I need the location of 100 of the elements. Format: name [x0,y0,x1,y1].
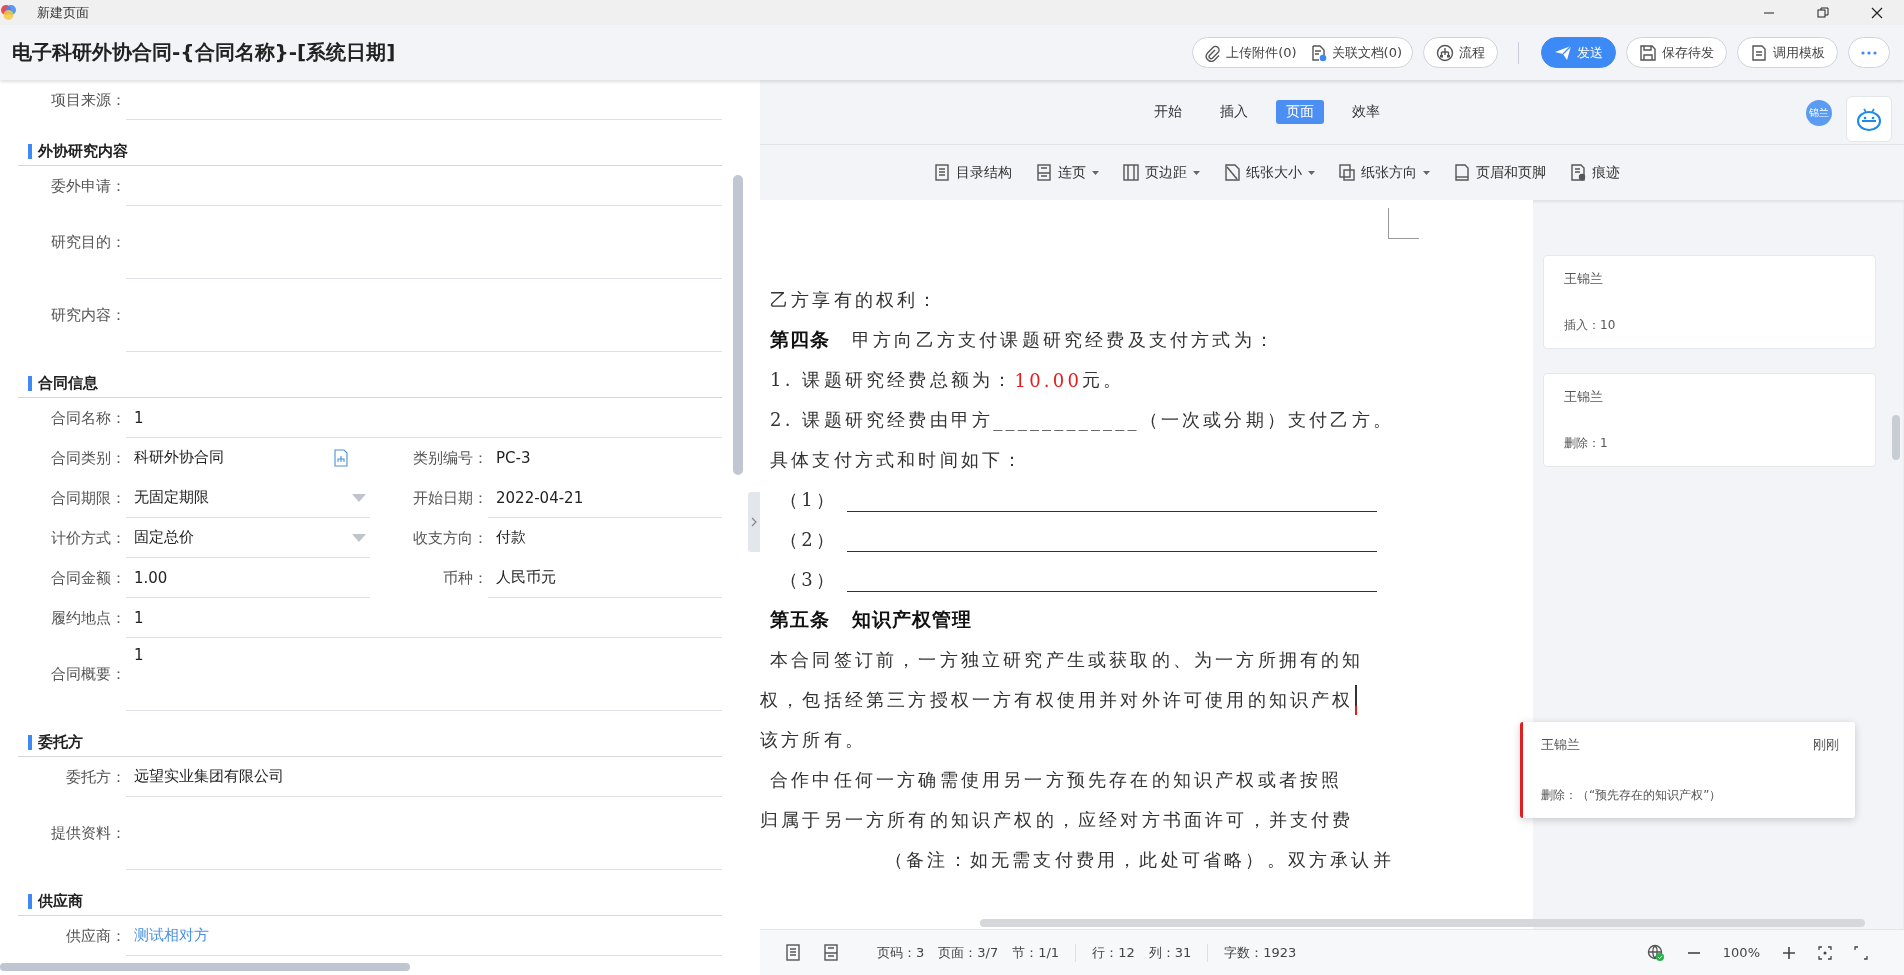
window-title: 新建页面 [37,3,89,22]
item-number: （1） [780,488,838,512]
input-field[interactable]: 1.00 [126,558,370,598]
ribbon-button[interactable]: 页眉和页脚 [1454,163,1546,182]
template-button[interactable]: 调用模板 [1737,37,1838,68]
ribbon-button[interactable]: 页边距 [1123,163,1200,182]
dropdown-caret-icon [352,533,366,542]
save-icon [1639,43,1657,62]
input-field[interactable]: 1 [126,398,722,438]
input-field[interactable]: 1 [126,598,722,638]
scrollbar-thumb[interactable] [980,919,1865,927]
caret-icon [1423,170,1430,175]
select-field[interactable]: 固定总价 [126,518,370,558]
fit-page-icon[interactable] [1818,945,1832,960]
track-changes-icon [1570,164,1586,182]
status-text: 行：12 [1092,943,1135,962]
ribbon-button[interactable]: 痕迹 [1570,163,1620,182]
section-title: 委托方 [28,735,83,750]
comment-text: 删除：（“预先存在的知识产权”） [1541,787,1723,804]
comment-card[interactable]: 王锦兰 删除：1 [1543,373,1876,467]
status-text: 字数：1923 [1224,943,1297,962]
lookup-field[interactable]: 科研外协合同 [126,438,370,478]
scrollbar-thumb[interactable] [1892,415,1900,460]
org-chart-icon [332,448,350,467]
ribbon-button[interactable]: 目录结构 [934,163,1012,182]
document-icon [1750,43,1768,62]
header-footer-icon [1454,164,1470,182]
scrollbar-thumb[interactable] [0,963,410,971]
field-label: 履约地点： [50,607,126,629]
ribbon-button[interactable]: 连页 [1036,163,1099,182]
paragraph-text: 乙方享有的权利： [770,288,941,312]
input-field[interactable]: 人民币元 [488,558,722,598]
assistant-button[interactable] [1846,96,1892,142]
comment-author: 王锦兰 [1564,388,1603,406]
paragraph-text: 2. 课题研究经费由甲方____________（一次或分期）支付乙方。 [770,408,1396,433]
margin-corner-mark [1388,208,1419,239]
field-label: 合同类别： [50,447,126,469]
status-text: 页码：3 [877,943,925,962]
item-number: （3） [780,568,838,592]
save-draft-button[interactable]: 保存待发 [1626,37,1727,68]
comment-author: 王锦兰 [1564,270,1603,288]
paragraph-text: 该方所有。 [760,728,867,752]
ribbon-tab[interactable]: 插入 [1210,100,1258,125]
robot-icon [1854,106,1884,132]
input-field[interactable]: 1 [126,638,722,711]
field-label: 计价方式： [50,527,126,549]
page-view-icon[interactable] [785,944,801,961]
restore-icon[interactable] [1816,5,1830,20]
input-field[interactable]: 2022-04-21 [488,478,722,518]
orientation-icon [1339,164,1355,182]
scrollbar-thumb[interactable] [733,175,743,475]
related-documents-button[interactable]: 关联文档(0) [1308,43,1402,62]
input-field[interactable]: 付款 [488,518,722,558]
field-label: 委托方： [65,766,126,788]
paragraph-text: 归属于另一方所有的知识产权的，应经对方书面许可，并支付费 [760,808,1355,832]
upload-attachment-button[interactable]: 上传附件(0) [1203,43,1297,62]
collapse-handle[interactable] [748,492,760,552]
flow-button[interactable]: 流程 [1423,37,1498,68]
select-field[interactable]: 无固定期限 [126,478,370,518]
paragraph-text: 本合同签订前，一方独立研究产生或获取的、为一方所拥有的知 [770,648,1365,672]
caret-icon [1193,170,1200,175]
status-text: 列：31 [1148,943,1192,962]
field-label: 类别编号： [412,447,488,469]
paragraph-text: 权，包括经第三方授权一方有权使用并对外许可使用的知识产权 [760,688,1354,712]
caret-icon [1092,170,1099,175]
zoom-level: 100% [1722,945,1760,960]
field-label: 研究目的： [50,232,126,253]
input-field[interactable]: PC-3 [488,438,722,478]
field-label: 委外申请： [50,175,126,197]
comment-time: 刚刚 [1813,736,1839,754]
zoom-in-icon[interactable] [1782,945,1796,960]
dropdown-caret-icon [352,493,366,502]
ribbon-button[interactable]: 纸张方向 [1339,163,1430,182]
paper-size-icon [1224,164,1240,182]
ribbon-button[interactable]: 纸张大小 [1224,163,1315,182]
article-heading: 知识产权管理 [852,607,972,632]
paper-plane-icon [1554,43,1572,62]
paragraph-text: （备注：如无需支付费用，此处可省略）。双方承认并 [884,848,1395,872]
status-text: 页面：3/7 [938,943,999,962]
web-view-icon[interactable] [823,944,839,961]
globe-check-icon[interactable] [1646,943,1665,962]
close-icon[interactable] [1870,5,1884,20]
text-cursor [1354,685,1357,715]
more-icon [1861,50,1877,55]
chevron-right-icon [750,517,758,527]
comment-popup[interactable]: 王锦兰 刚刚 删除：（“预先存在的知识产权”） [1520,722,1855,818]
input-field[interactable]: 远望实业集团有限公司 [126,757,722,797]
comment-card[interactable]: 王锦兰 插入：10 [1543,255,1876,349]
field-label: 开始日期： [412,487,488,509]
article-number: 第四条 [770,327,830,352]
ribbon-tab[interactable]: 效率 [1342,100,1390,125]
field-label: 提供资料： [50,823,126,844]
paragraph-text: 合作中任何一方确需使用另一方预先存在的知识产权或者按照 [770,768,1344,792]
ribbon-tab[interactable]: 开始 [1144,100,1192,125]
fullscreen-icon[interactable] [1854,945,1868,960]
page-icon [1036,164,1052,182]
field-label: 研究内容： [50,305,126,326]
item-number: （2） [780,528,838,552]
section-title: 外协研究内容 [28,144,128,159]
app-logo-icon [0,4,17,21]
